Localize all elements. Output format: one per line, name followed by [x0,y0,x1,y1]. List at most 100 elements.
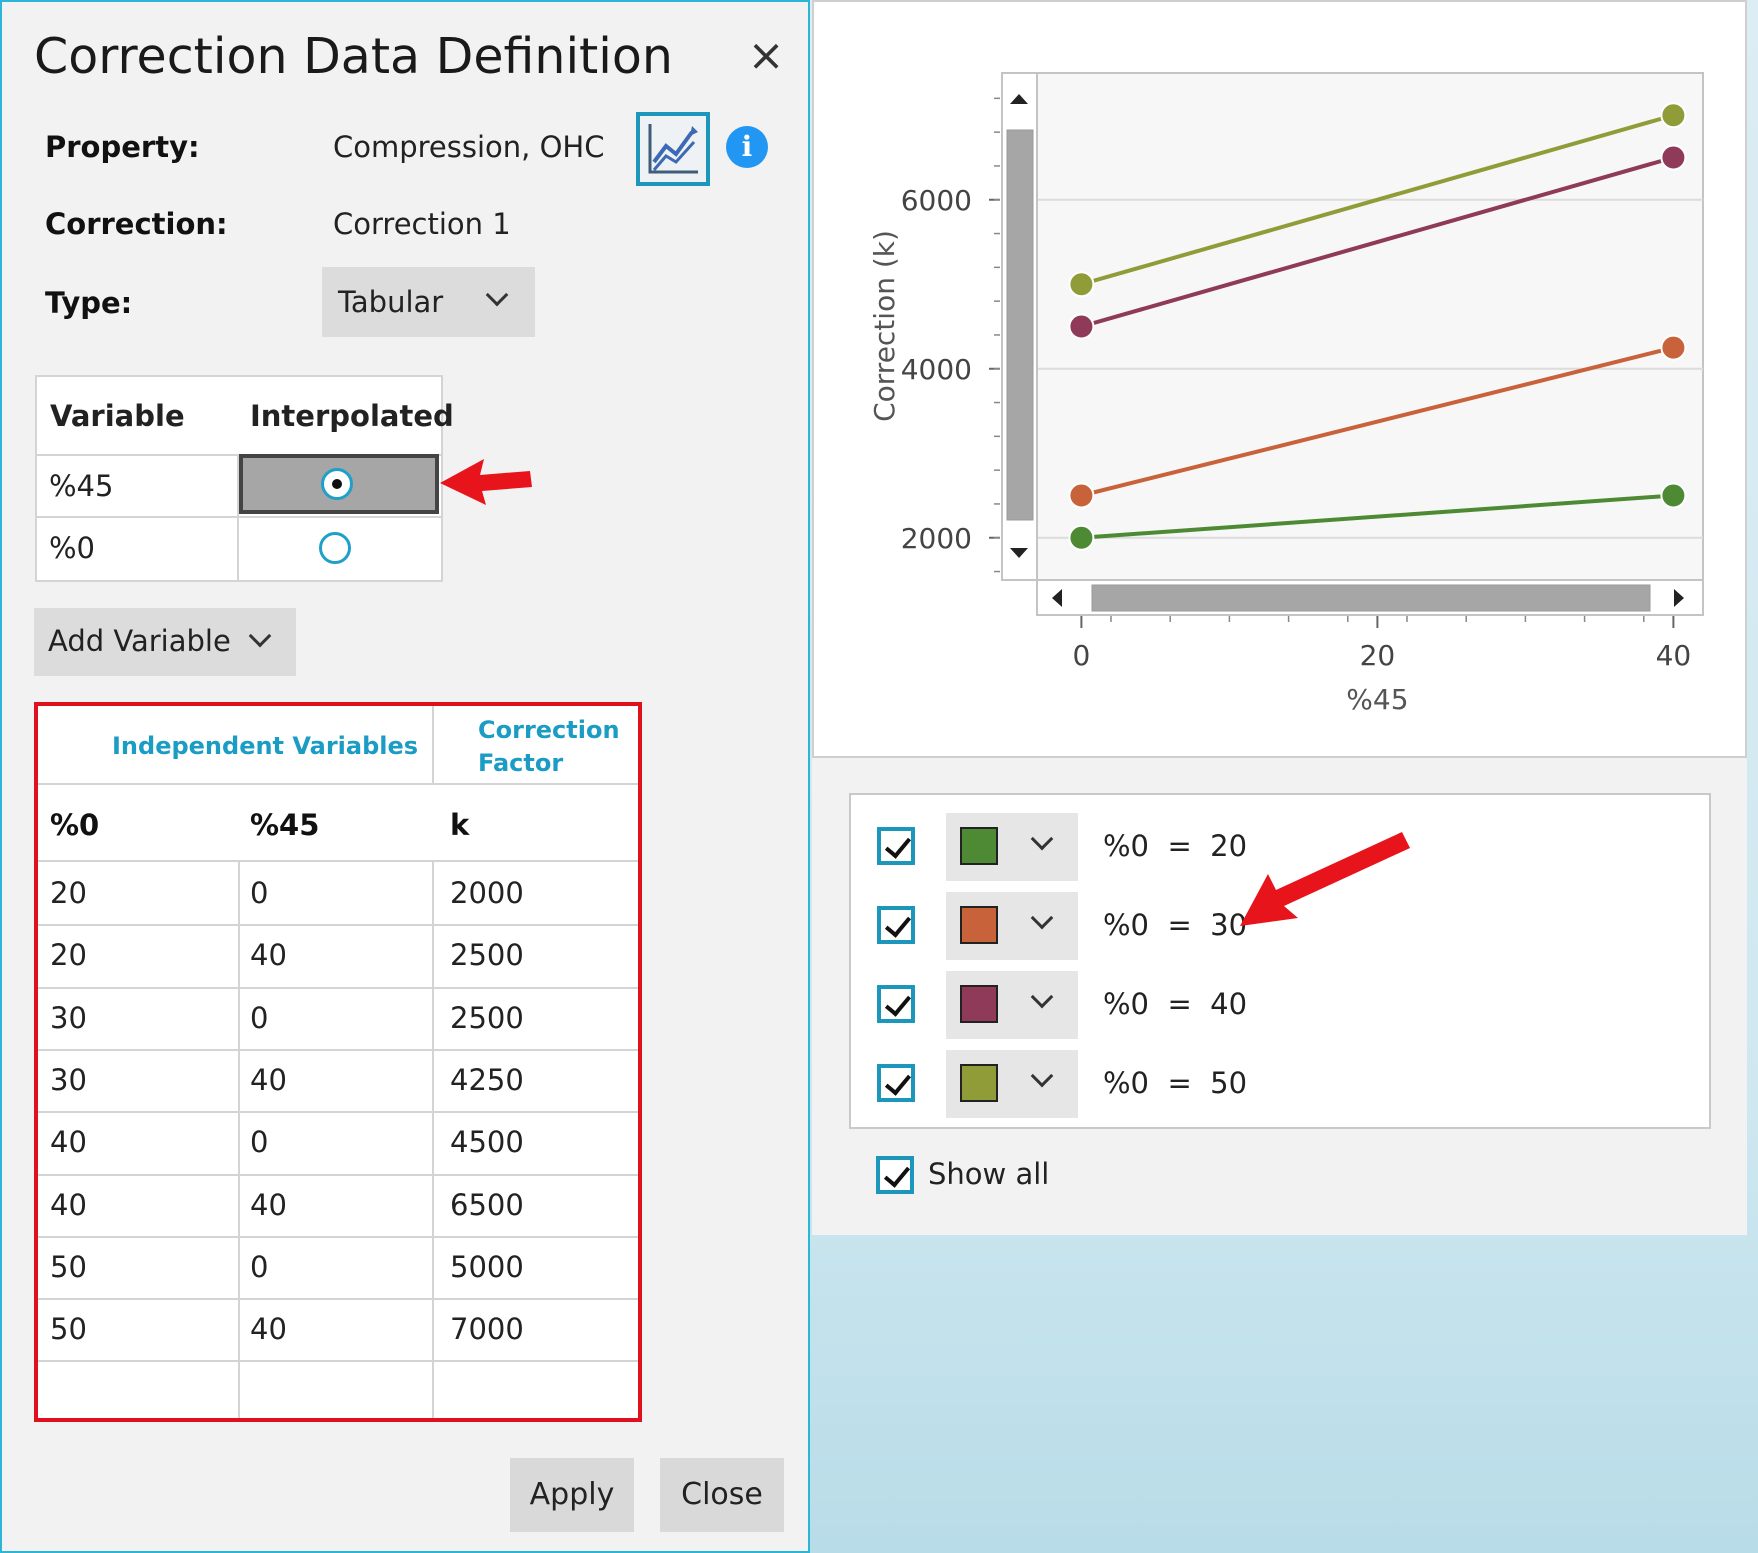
series-point [1068,313,1095,340]
chevron-down-icon [248,624,272,648]
independent-variables-header: Independent Variables [112,732,419,760]
chart-view-button[interactable] [636,112,710,186]
plot-area [1036,72,1704,581]
close-button[interactable]: Close [660,1458,784,1532]
table-cell[interactable]: 20 [50,938,87,972]
table-cell[interactable]: 40 [250,1188,287,1222]
dialog-title: Correction Data Definition [34,28,673,85]
property-value: Compression, OHC [333,130,605,164]
correction-value: Correction 1 [333,207,511,241]
series-label: %0 = 40 [1103,987,1248,1021]
series-point [1068,271,1095,298]
property-label: Property: [45,130,200,164]
series-point [1660,102,1687,129]
series-checkbox[interactable] [877,906,915,944]
table-cell[interactable]: 0 [250,1250,268,1284]
chevron-down-icon [1030,1064,1054,1088]
red-arrow-annotation [440,459,532,505]
table-cell[interactable]: 40 [250,1063,287,1097]
interpolated-cell-selected[interactable] [239,454,439,514]
chart-panel: 2000 4000 6000 0 20 40 %45 Correction (k) [812,0,1747,758]
correction-factor-header: Factor [478,749,564,777]
y-tick-label: 6000 [901,184,972,217]
add-variable-dropdown[interactable]: Add Variable [34,608,296,676]
table-cell[interactable]: 4250 [450,1063,524,1097]
table-cell[interactable]: 40 [250,938,287,972]
table-cell[interactable]: 0 [250,1125,268,1159]
series-checkbox[interactable] [877,985,915,1023]
x-tick-label: 0 [1072,639,1090,672]
close-icon[interactable]: × [742,32,790,80]
info-icon[interactable]: i [726,126,768,168]
apply-button[interactable]: Apply [510,1458,634,1532]
column-header-0: %0 [50,808,100,842]
x-tick-label: 20 [1360,639,1396,672]
correction-data-table: Independent Variables Correction Factor … [34,702,642,1422]
variable-row-label: %0 [49,531,96,565]
table-cell[interactable]: 40 [50,1188,87,1222]
table-cell[interactable]: 50 [50,1250,87,1284]
series-label: %0 = 30 [1103,908,1248,942]
table-cell[interactable]: 40 [50,1125,87,1159]
series-point [1068,482,1095,509]
type-dropdown[interactable]: Tabular [322,267,535,337]
series-color-dropdown[interactable] [946,892,1078,960]
series-point [1068,524,1095,551]
correction-chart: 2000 4000 6000 0 20 40 %45 Correction (k) [868,72,1704,716]
series-label: %0 = 50 [1103,1066,1248,1100]
chevron-down-icon [1030,827,1054,851]
series-color-dropdown[interactable] [946,971,1078,1039]
series-color-dropdown[interactable] [946,813,1078,881]
x-tick-label: 40 [1656,639,1692,672]
horizontal-scroll-thumb[interactable] [1091,584,1651,612]
table-cell[interactable]: 0 [250,1001,268,1035]
series-checkbox[interactable] [877,1064,915,1102]
chevron-down-icon [1030,985,1054,1009]
table-cell[interactable]: 0 [250,876,268,910]
column-header-45: %45 [250,808,320,842]
y-axis-label: Correction (k) [868,230,901,422]
table-cell[interactable]: 7000 [450,1312,524,1346]
table-cell[interactable]: 30 [50,1001,87,1035]
y-tick-label: 4000 [901,353,972,386]
table-cell[interactable]: 2000 [450,876,524,910]
table-cell[interactable]: 6500 [450,1188,524,1222]
table-cell[interactable]: 5000 [450,1250,524,1284]
interpolated-radio-selected[interactable] [321,468,353,500]
table-cell[interactable]: 30 [50,1063,87,1097]
series-color-dropdown[interactable] [946,1050,1078,1118]
table-cell[interactable]: 4500 [450,1125,524,1159]
color-swatch [960,1064,998,1102]
color-swatch [960,827,998,865]
column-header-k: k [450,808,470,842]
interpolated-radio[interactable] [319,532,351,564]
table-cell[interactable]: 2500 [450,938,524,972]
table-cell[interactable]: 40 [250,1312,287,1346]
series-point [1660,482,1687,509]
series-point [1660,334,1687,361]
y-tick-label: 2000 [901,522,972,555]
table-cell[interactable]: 20 [50,876,87,910]
show-all-label: Show all [928,1157,1050,1191]
correction-label: Correction: [45,207,228,241]
type-label: Type: [45,286,133,320]
chevron-down-icon [485,283,509,307]
add-variable-label: Add Variable [48,624,231,658]
x-axis-label: %45 [1346,683,1408,716]
line-chart-icon [648,124,698,174]
color-swatch [960,906,998,944]
correction-factor-header: Correction [478,716,620,744]
variable-row-label: %45 [49,469,114,503]
chevron-down-icon [1030,906,1054,930]
series-checkbox[interactable] [877,827,915,865]
series-point [1660,144,1687,171]
variable-table: Variable Interpolated %45 %0 [35,375,454,582]
type-dropdown-value: Tabular [338,285,444,319]
table-cell[interactable]: 50 [50,1312,87,1346]
red-arrow-annotation [1240,832,1410,926]
vertical-scroll-thumb[interactable] [1006,129,1034,521]
interpolated-column-header: Interpolated [250,399,454,433]
table-cell[interactable]: 2500 [450,1001,524,1035]
show-all-checkbox[interactable] [876,1156,914,1194]
color-swatch [960,985,998,1023]
